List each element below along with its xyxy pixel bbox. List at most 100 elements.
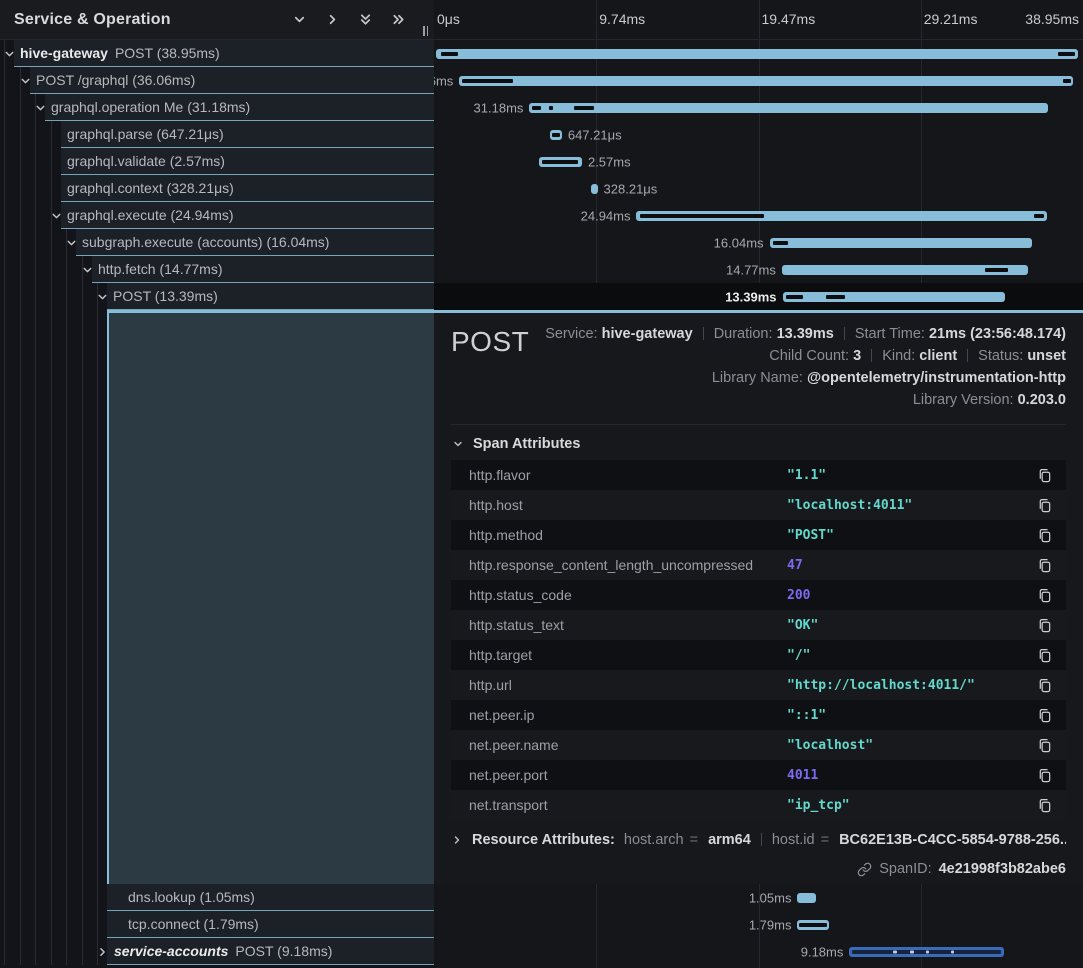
- span-timeline-cell[interactable]: [434, 40, 1083, 67]
- copy-button[interactable]: [1035, 736, 1054, 755]
- copy-button[interactable]: [1035, 646, 1054, 665]
- copy-button[interactable]: [1035, 766, 1054, 785]
- indent-guide: [20, 310, 21, 884]
- span-timeline-cell[interactable]: 16.04ms: [434, 229, 1083, 256]
- duration-label: 24.94ms: [581, 208, 631, 223]
- span-timeline-cell[interactable]: 14.77ms: [434, 256, 1083, 283]
- span-timeline-cell[interactable]: 2.57ms: [434, 148, 1083, 175]
- copy-button[interactable]: [1035, 526, 1054, 545]
- copy-button[interactable]: [1035, 586, 1054, 605]
- copy-icon: [1037, 708, 1052, 723]
- span-row-label[interactable]: POST /graphql (36.06ms): [30, 67, 434, 94]
- span-duration-bar[interactable]: [529, 103, 1048, 113]
- span-timeline-cell[interactable]: 328.21μs: [434, 175, 1083, 202]
- span-timeline-cell[interactable]: 1.05ms: [434, 884, 1083, 911]
- span-name-cell[interactable]: tcp.connect (1.79ms): [0, 911, 434, 938]
- child-span-marker: [951, 950, 954, 953]
- span-rows-top: hive-gatewayPOST (38.95ms)POST /graphql …: [0, 40, 1083, 310]
- span-row-label[interactable]: dns.lookup (1.05ms): [107, 884, 434, 911]
- span-name-cell[interactable]: dns.lookup (1.05ms): [0, 884, 434, 911]
- meta-separator: [967, 349, 968, 362]
- span-duration-bar[interactable]: [591, 184, 597, 194]
- copy-button[interactable]: [1035, 706, 1054, 725]
- indent-guide: [51, 256, 52, 283]
- copy-button[interactable]: [1035, 796, 1054, 815]
- span-row-label[interactable]: service-accountsPOST (9.18ms): [107, 938, 434, 965]
- span-row-label[interactable]: graphql.context (328.21μs): [61, 175, 434, 202]
- span-name-cell[interactable]: POST /graphql (36.06ms): [0, 67, 434, 94]
- indent-guide: [35, 148, 36, 175]
- indent-guide: [51, 148, 52, 175]
- copy-icon: [1037, 528, 1052, 543]
- span-attributes-toggle[interactable]: Span Attributes: [452, 436, 1066, 452]
- span-name-cell[interactable]: subgraph.execute (accounts) (16.04ms): [0, 229, 434, 256]
- copy-button[interactable]: [1035, 556, 1054, 575]
- span-name-cell[interactable]: graphql.context (328.21μs): [0, 175, 434, 202]
- span-detail-row-highlight[interactable]: [107, 310, 434, 884]
- span-name-cell[interactable]: service-accountsPOST (9.18ms): [0, 938, 434, 965]
- copy-button[interactable]: [1035, 496, 1054, 515]
- span-timeline-cell[interactable]: 647.21μs: [434, 121, 1083, 148]
- indent-guide: [4, 938, 5, 965]
- span-row: tcp.connect (1.79ms)1.79ms: [0, 911, 1083, 938]
- expand-all-button[interactable]: [356, 10, 375, 29]
- span-row-label[interactable]: graphql.operation Me (31.18ms): [45, 94, 434, 121]
- span-duration-bar[interactable]: [797, 893, 815, 903]
- copy-button[interactable]: [1035, 676, 1054, 695]
- span-name-cell[interactable]: http.fetch (14.77ms): [0, 256, 434, 283]
- copy-icon: [1037, 588, 1052, 603]
- meta-value: @opentelemetry/instrumentation-http: [807, 370, 1066, 386]
- span-row-label[interactable]: tcp.connect (1.79ms): [107, 911, 434, 938]
- span-row-label[interactable]: http.fetch (14.77ms): [92, 256, 434, 283]
- span-name-cell[interactable]: graphql.operation Me (31.18ms): [0, 94, 434, 121]
- duration-label: 16.04ms: [714, 235, 764, 250]
- indent-guide: [4, 175, 5, 202]
- span-row: service-accountsPOST (9.18ms)9.18ms: [0, 938, 1083, 965]
- resource-attributes-row[interactable]: Resource Attributes: host.arch = arm64ho…: [451, 832, 1066, 848]
- span-timeline-cell[interactable]: 31.18ms: [434, 94, 1083, 121]
- span-duration-bar[interactable]: [436, 49, 1079, 59]
- span-duration-bar[interactable]: [783, 292, 1006, 302]
- span-name-cell[interactable]: POST (13.39ms): [0, 283, 434, 310]
- attribute-value: 4011: [787, 768, 1035, 783]
- copy-button[interactable]: [1035, 616, 1054, 635]
- duration-label: 328.21μs: [604, 181, 658, 196]
- operation-name: dns.lookup (1.05ms): [128, 889, 255, 905]
- span-duration-bar[interactable]: [459, 76, 1072, 86]
- span-name-cell[interactable]: graphql.execute (24.94ms): [0, 202, 434, 229]
- indent-guide: [4, 256, 5, 283]
- span-meta-line: Library Version: 0.203.0: [545, 389, 1066, 411]
- collapse-all-button[interactable]: [389, 10, 408, 29]
- span-row-label[interactable]: subgraph.execute (accounts) (16.04ms): [76, 229, 434, 256]
- indent-guide: [82, 283, 83, 310]
- span-row-label[interactable]: hive-gatewayPOST (38.95ms): [14, 40, 434, 67]
- span-row-label[interactable]: graphql.validate (2.57ms): [61, 148, 434, 175]
- span-row-label[interactable]: POST (13.39ms): [107, 283, 434, 310]
- expand-one-level-button[interactable]: [290, 10, 309, 29]
- span-name-cell[interactable]: hive-gatewayPOST (38.95ms): [0, 40, 434, 67]
- copy-button[interactable]: [1035, 466, 1054, 485]
- operation-name: graphql.operation Me (31.18ms): [51, 99, 250, 115]
- span-timeline-cell[interactable]: 24.94ms: [434, 202, 1083, 229]
- span-row-label[interactable]: graphql.parse (647.21μs): [61, 121, 434, 148]
- indent-guide: [51, 121, 52, 148]
- indent-guide: [51, 229, 52, 256]
- collapse-one-level-button[interactable]: [323, 10, 342, 29]
- span-timeline-cell[interactable]: 1.79ms: [434, 911, 1083, 938]
- span-timeline-cell[interactable]: 9.18ms: [434, 938, 1083, 965]
- indent-guide: [20, 938, 21, 965]
- span-name-cell[interactable]: graphql.parse (647.21μs): [0, 121, 434, 148]
- indent-guide: [35, 229, 36, 256]
- meta-separator: [761, 833, 762, 846]
- span-timeline-cell[interactable]: 36.06ms: [434, 67, 1083, 94]
- child-span-marker: [441, 52, 458, 56]
- link-icon[interactable]: [857, 862, 872, 877]
- operation-name: POST (13.39ms): [113, 288, 218, 304]
- column-resize-handle[interactable]: [423, 26, 428, 36]
- span-row-label[interactable]: graphql.execute (24.94ms): [61, 202, 434, 229]
- child-span-marker: [549, 106, 554, 110]
- span-name-cell[interactable]: graphql.validate (2.57ms): [0, 148, 434, 175]
- attribute-key: http.url: [469, 677, 787, 693]
- span-duration-bar[interactable]: [770, 238, 1033, 248]
- span-timeline-cell[interactable]: 13.39ms: [434, 283, 1083, 310]
